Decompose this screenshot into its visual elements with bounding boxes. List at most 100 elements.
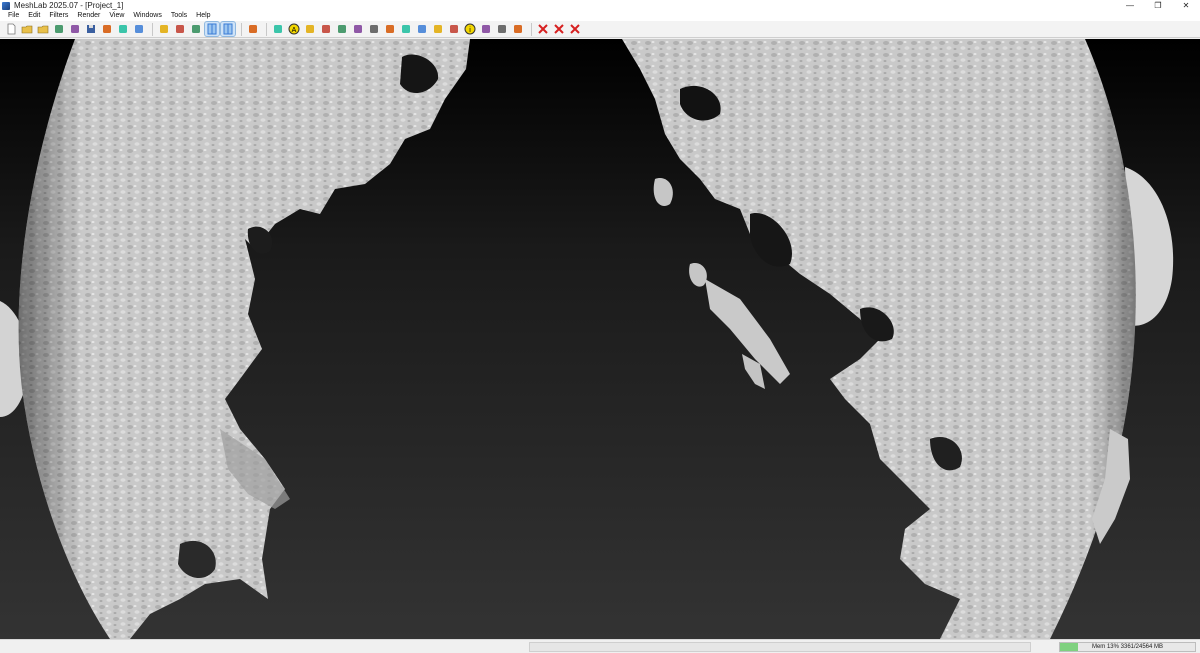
- menu-view[interactable]: View: [109, 11, 124, 21]
- status-bar: Mem 13% 3361/24564 MB: [0, 639, 1200, 653]
- open-project-button[interactable]: [20, 22, 34, 36]
- align-button[interactable]: [431, 22, 445, 36]
- reload-button[interactable]: [52, 22, 66, 36]
- console-button[interactable]: [132, 22, 146, 36]
- box-render-button[interactable]: [246, 22, 260, 36]
- fullscreen-button[interactable]: [157, 22, 171, 36]
- paint-button[interactable]: [335, 22, 349, 36]
- mesh-fragment: [689, 262, 707, 287]
- select-cc-button[interactable]: [415, 22, 429, 36]
- left-shading: [18, 39, 200, 639]
- menu-windows[interactable]: Windows: [133, 11, 161, 21]
- xray-icon: [192, 25, 200, 33]
- new-icon: [7, 23, 16, 35]
- fill-holes-button[interactable]: [495, 22, 509, 36]
- reload-icon: [55, 25, 63, 33]
- measure-button[interactable]: [319, 22, 333, 36]
- xray-button[interactable]: [189, 22, 203, 36]
- open-icon: [37, 25, 49, 34]
- info-icon: i: [464, 23, 476, 35]
- delete-all-button[interactable]: [568, 22, 582, 36]
- menu-bar: File Edit Filters Render View Windows To…: [0, 11, 1200, 21]
- trackball-icon: [176, 25, 184, 33]
- scale-button[interactable]: [511, 22, 525, 36]
- brush-icon: [354, 25, 362, 33]
- toolbar-separator: [531, 22, 532, 36]
- mesh-fragment: [653, 178, 673, 207]
- select-vertex-button[interactable]: [383, 22, 397, 36]
- brush-button[interactable]: [351, 22, 365, 36]
- mesh-render: [0, 39, 1174, 639]
- toolbar-separator: [241, 22, 242, 36]
- split-h-icon: [207, 23, 217, 35]
- pick-points-button[interactable]: [303, 22, 317, 36]
- layers-icon: [119, 25, 127, 33]
- select-faces-button[interactable]: [367, 22, 381, 36]
- memory-usage-text: Mem 13% 3361/24564 MB: [1091, 644, 1164, 650]
- texture-icon: [482, 25, 490, 33]
- select-faces-icon: [370, 25, 378, 33]
- meshlab-logo-icon: [2, 1, 10, 10]
- paint-icon: [338, 25, 346, 33]
- status-message-field: [529, 642, 1031, 652]
- select-vertex-icon: [386, 25, 394, 33]
- minimize-button[interactable]: —: [1116, 0, 1144, 11]
- select-connected-icon: [402, 25, 410, 33]
- info-button[interactable]: i: [463, 22, 477, 36]
- annotation-button[interactable]: A: [287, 22, 301, 36]
- menu-filters[interactable]: Filters: [49, 11, 68, 21]
- toolbar-separator: [266, 22, 267, 36]
- menu-edit[interactable]: Edit: [28, 11, 40, 21]
- close-button[interactable]: ✕: [1172, 0, 1200, 11]
- scale-icon: [514, 25, 522, 33]
- menu-render[interactable]: Render: [77, 11, 100, 21]
- window-controls: — ❐ ✕: [1116, 0, 1200, 11]
- texture-button[interactable]: [479, 22, 493, 36]
- new-button[interactable]: [4, 22, 18, 36]
- align-icon: [434, 25, 442, 33]
- maximize-button[interactable]: ❐: [1144, 0, 1172, 11]
- open-project-icon: [21, 25, 33, 34]
- split-v-button[interactable]: [220, 21, 236, 37]
- save-button[interactable]: [84, 22, 98, 36]
- fill-holes-icon: [498, 25, 506, 33]
- save-icon: [87, 25, 95, 33]
- trackball-button[interactable]: [173, 22, 187, 36]
- open-button[interactable]: [36, 22, 50, 36]
- menu-tools[interactable]: Tools: [171, 11, 187, 21]
- box-render-icon: [249, 25, 257, 33]
- reload-all-button[interactable]: [68, 22, 82, 36]
- delete-vertices-icon: [554, 24, 564, 34]
- annotation-icon: A: [288, 23, 300, 35]
- menu-file[interactable]: File: [8, 11, 19, 21]
- menu-help[interactable]: Help: [196, 11, 210, 21]
- layers-button[interactable]: [116, 22, 130, 36]
- main-toolbar: Ai: [0, 21, 1200, 38]
- window-title: MeshLab 2025.07 - [Project_1]: [14, 1, 124, 10]
- manipulator-icon: [450, 25, 458, 33]
- pick-points-icon: [306, 25, 314, 33]
- reload-all-icon: [71, 25, 79, 33]
- svg-text:A: A: [292, 27, 297, 34]
- manipulator-button[interactable]: [447, 22, 461, 36]
- delete-faces-icon: [538, 24, 548, 34]
- vertex-button[interactable]: [271, 22, 285, 36]
- right-shading: [980, 39, 1136, 639]
- title-bar: MeshLab 2025.07 - [Project_1] — ❐ ✕: [0, 0, 1200, 11]
- delete-faces-button[interactable]: [536, 22, 550, 36]
- select-connected-button[interactable]: [399, 22, 413, 36]
- toolbar-separator: [152, 22, 153, 36]
- split-h-button[interactable]: [204, 21, 220, 37]
- snapshot-icon: [103, 25, 111, 33]
- delete-all-icon: [570, 24, 580, 34]
- delete-vertices-button[interactable]: [552, 22, 566, 36]
- console-icon: [135, 25, 143, 33]
- split-v-icon: [223, 23, 233, 35]
- measure-icon: [322, 25, 330, 33]
- 3d-viewport[interactable]: [0, 39, 1200, 639]
- select-cc-icon: [418, 25, 426, 33]
- fullscreen-icon: [160, 25, 168, 33]
- memory-usage-bar: Mem 13% 3361/24564 MB: [1059, 642, 1196, 652]
- snapshot-button[interactable]: [100, 22, 114, 36]
- vertex-icon: [274, 25, 282, 33]
